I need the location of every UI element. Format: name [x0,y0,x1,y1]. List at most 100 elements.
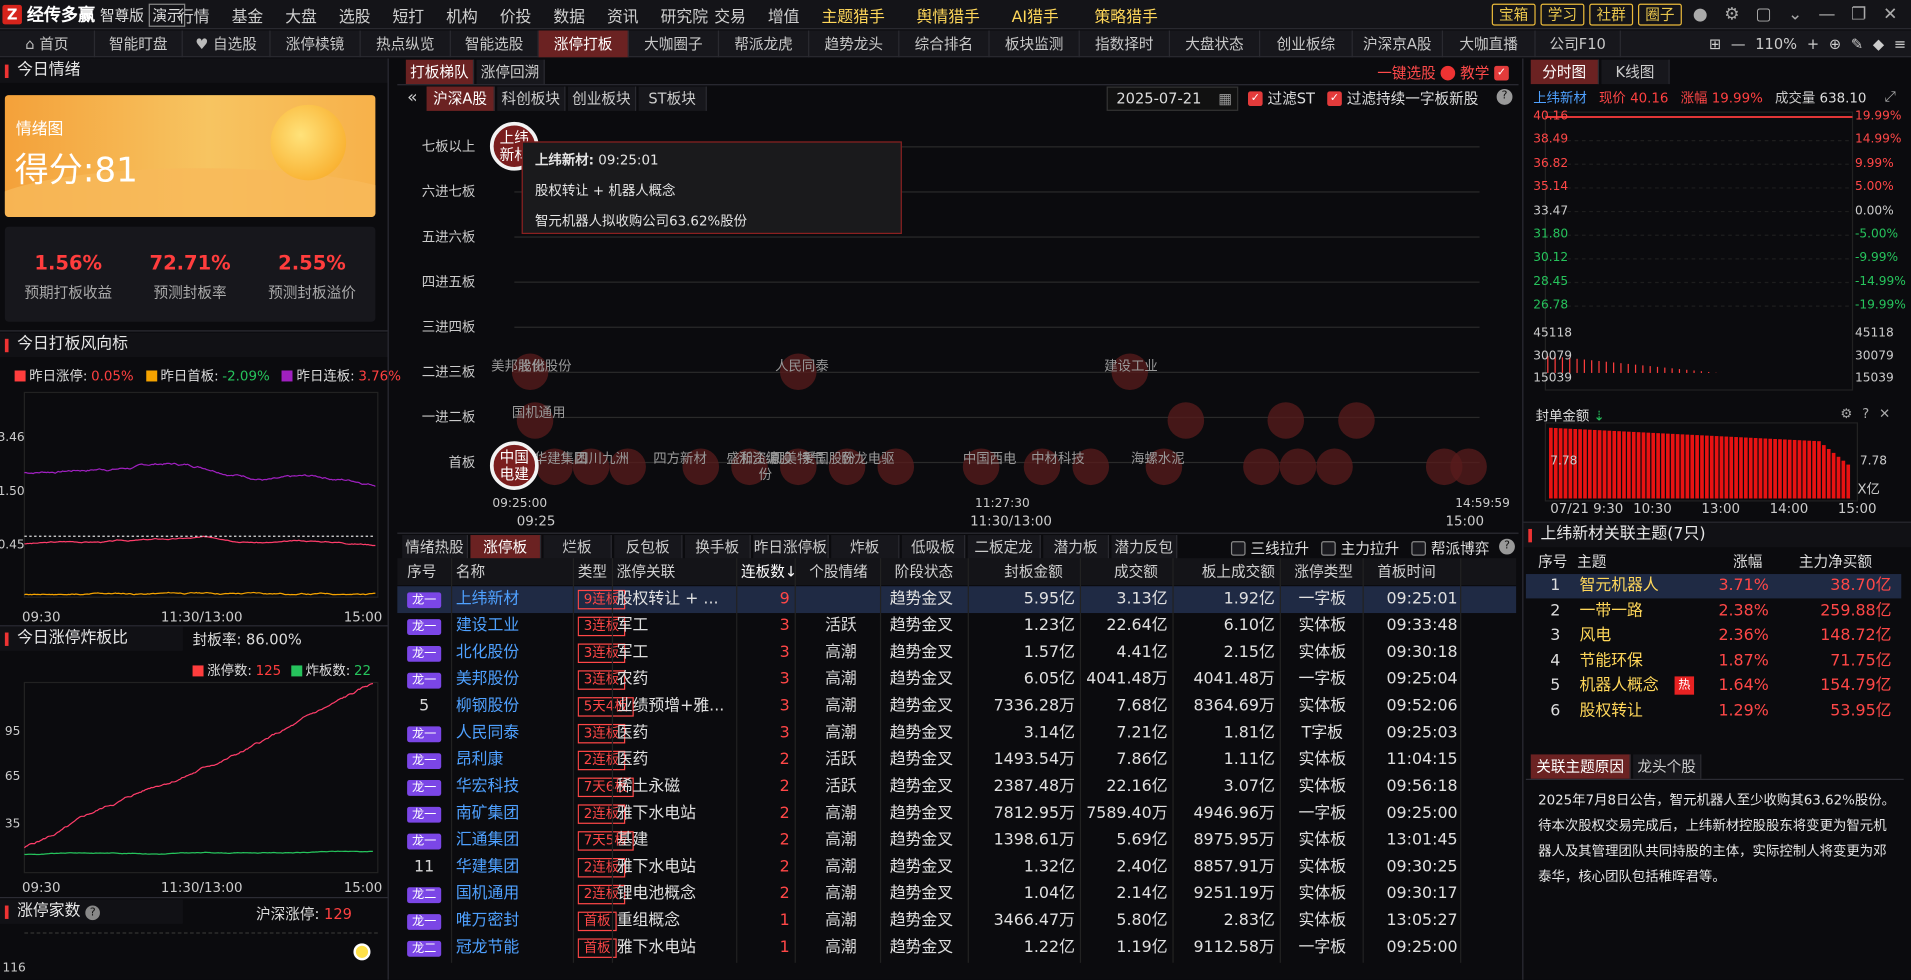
table-row[interactable]: 龙一 上纬新材 9连板 股权转让 + ... 9 趋势金叉 5.95亿 3.13亿 1.92亿一… [397,586,1517,614]
teach-link[interactable]: 教学 [1460,62,1489,83]
minimize-icon[interactable]: — [1814,2,1841,26]
table-row[interactable]: 龙二 国机通用 2连板 锂电池概念 2 高潮 趋势金叉 1.04亿 2.14亿 9251.19万实… [397,881,1516,908]
bookmark-icon[interactable]: ◆ [1873,35,1884,52]
nav-tab[interactable]: 涨停打板 [538,30,629,58]
table-row[interactable]: 11 华建集团 2连板 雅下水电站 2 高潮 趋势金叉 1.32亿 2.40亿 8857.91万实… [397,854,1516,881]
stock-name[interactable]: 华宏科技 [456,774,554,801]
filter-new-check-icon[interactable]: ✓ [1327,90,1342,106]
tab-bottom[interactable]: 炸板 [831,535,900,560]
stock-name[interactable]: 美邦股份 [456,667,554,694]
table-column-header[interactable]: 封板金额 [1004,558,1063,585]
tab-theme-reason[interactable]: 关联主题原因 [1530,754,1631,779]
theme-name[interactable]: 智元机器人 [1580,574,1659,598]
table-row[interactable]: 龙一 美邦股份 3连板 农药 3 高潮 趋势金叉 6.05亿 4041.48万 4041.48万一… [397,667,1516,694]
table-column-header[interactable]: 个股情绪 [809,558,868,585]
tab-market[interactable]: 创业板块 [567,86,637,111]
theme-name[interactable]: 节能环保 [1580,649,1643,673]
nav-tab[interactable]: 涨停椟镜 [271,30,361,58]
chevron-down-icon[interactable]: ⌄ [1782,2,1809,26]
tab-bottom[interactable]: 烂板 [543,535,612,560]
circle-button[interactable]: 圈子 [1637,3,1682,26]
checkbox-icon[interactable] [1411,540,1426,556]
window-icon[interactable]: ▢ [1750,2,1777,26]
filter-new[interactable]: ✓ 过滤持续一字板新股 [1327,88,1478,109]
tab-intraday[interactable]: 分时图 [1530,59,1599,85]
tab-bottom[interactable]: 涨停板 [470,535,542,560]
theme-row[interactable]: 4 节能环保 1.87% 71.75亿 [1526,649,1901,673]
tab-board-ladder[interactable]: 打板梯队 [405,59,475,85]
treasure-box-button[interactable]: 宝箱 [1491,3,1536,26]
stock-bubble[interactable] [1267,402,1305,439]
table-row[interactable]: 龙一 南矿集团 2连板 雅下水电站 2 高潮 趋势金叉 7812.95万 7589.40万 494… [397,801,1516,828]
checkbox-icon[interactable] [1230,540,1246,556]
checkbox-icon[interactable] [1321,540,1336,556]
stock-name[interactable]: 建设工业 [456,613,554,640]
tab-market[interactable]: 科创板块 [497,86,566,111]
nav-tab[interactable]: ⌂ 首页 [0,30,96,58]
theme-row[interactable]: 5 机器人概念热 1.64% 154.79亿 [1526,674,1901,698]
nav-tab[interactable]: 公司F10 [1536,30,1621,58]
top-menu-item[interactable]: 交易 [714,3,768,26]
gear-icon[interactable]: ⚙ [1718,2,1745,26]
zoom-reset-icon[interactable]: ⊕ [1829,35,1841,52]
theme-row[interactable]: 6 股权转让 1.29% 53.95亿 [1526,699,1901,723]
nav-tab[interactable]: 大咖直播 [1443,30,1536,58]
learn-button[interactable]: 学习 [1540,3,1585,26]
tab-bottom[interactable]: 二板定龙 [967,535,1041,560]
search-icon[interactable] [1440,65,1456,80]
filter-st[interactable]: ✓ 过滤ST [1248,88,1315,109]
theme-name[interactable]: 风电 [1580,624,1612,648]
table-column-header[interactable]: 序号 [407,558,436,585]
stock-name[interactable]: 昂利康 [456,747,554,774]
help-icon[interactable]: ? [1499,538,1515,555]
top-menu-item[interactable]: 大盘 [285,3,339,26]
theme-name[interactable]: 机器人概念 [1580,674,1659,698]
nav-tab[interactable]: 热点纵览 [361,30,451,58]
stock-bubble[interactable] [1316,448,1353,486]
nav-tab[interactable]: 智能选股 [451,30,539,58]
table-row[interactable]: 龙一 建设工业 3连板 军工 3 活跃 趋势金叉 1.23亿 22.64亿 6.10亿 实体板 09:… [397,613,1516,640]
restore-icon[interactable]: ❐ [1845,2,1872,26]
nav-tab[interactable]: 板块监测 [990,30,1080,58]
table-row[interactable]: 龙一 昂利康 2连板 医药 2 活跃 趋势金叉 1493.54万 7.86亿 1.11亿 实体板 11… [397,747,1516,774]
table-row[interactable]: 龙一 人民同泰 3连板 医药 3 高潮 趋势金叉 3.14亿 7.21亿 1.81亿 T字板 09:2… [397,720,1516,747]
top-menu-item[interactable]: 基金 [232,3,286,26]
tab-market[interactable]: ST板块 [638,86,707,111]
user-icon[interactable]: ● [1687,2,1714,26]
tab-leader-stock[interactable]: 龙头个股 [1633,754,1702,779]
nav-tab[interactable]: 帮派龙虎 [719,30,810,58]
theme-name[interactable]: 一带一路 [1580,599,1643,623]
tab-bottom[interactable]: 潜力反包 [1111,535,1178,560]
table-row[interactable]: 龙一 唯万密封 首板 重组概念 1 高潮 趋势金叉 3466.47万 5.80亿 2.83亿 实体板… [397,908,1516,935]
table-row[interactable]: 5 柳钢股份 5天4板 业绩预增+雅... 3 高潮 趋势金叉 7336.28万 7.68亿 83… [397,693,1516,720]
zoom-in-icon[interactable]: + [1807,35,1819,52]
nav-tab[interactable]: 沪深京A股 [1353,30,1443,58]
stock-name[interactable]: 国机通用 [456,881,554,908]
date-picker[interactable]: 2025-07-21 ▦ [1106,86,1239,111]
menu-icon[interactable]: ≡ [1894,35,1906,52]
top-menu-item[interactable]: 短打 [392,3,446,26]
highlight-stock-bottom[interactable]: 中国电建 [489,441,539,490]
nav-tab[interactable]: 指数择时 [1080,30,1170,58]
stock-name[interactable]: 南矿集团 [456,801,554,828]
stock-bubble[interactable] [1167,402,1205,439]
zoom-out-icon[interactable]: — [1731,35,1746,52]
stock-name[interactable]: 人民同泰 [456,720,554,747]
theme-row[interactable]: 3 风电 2.36% 148.72亿 [1526,624,1901,648]
tab-bottom[interactable]: 潜力板 [1043,535,1110,560]
stock-name[interactable]: 唯万密封 [456,908,554,935]
stock-name[interactable]: 冠龙节能 [456,935,554,962]
theme-row[interactable]: 2 一带一路 2.38% 259.88亿 [1526,599,1901,623]
top-menu-item[interactable]: 选股 [339,3,393,26]
top-menu-item[interactable]: 舆情猎手 [917,3,1012,26]
expand-icon[interactable]: ⤢ [1884,88,1896,106]
nav-tab[interactable]: 智能盯盘 [95,30,183,58]
help-icon[interactable]: ? [1862,406,1869,422]
theme-name[interactable]: 股权转让 [1580,699,1643,723]
pen-icon[interactable]: ✎ [1851,35,1863,52]
tab-limit-review[interactable]: 涨停回溯 [476,59,545,85]
stock-bubble[interactable] [1338,402,1375,439]
close-icon[interactable]: ✕ [1877,2,1904,26]
stock-bubble[interactable] [1450,448,1487,486]
tab-bottom[interactable]: 低吸板 [901,535,966,560]
